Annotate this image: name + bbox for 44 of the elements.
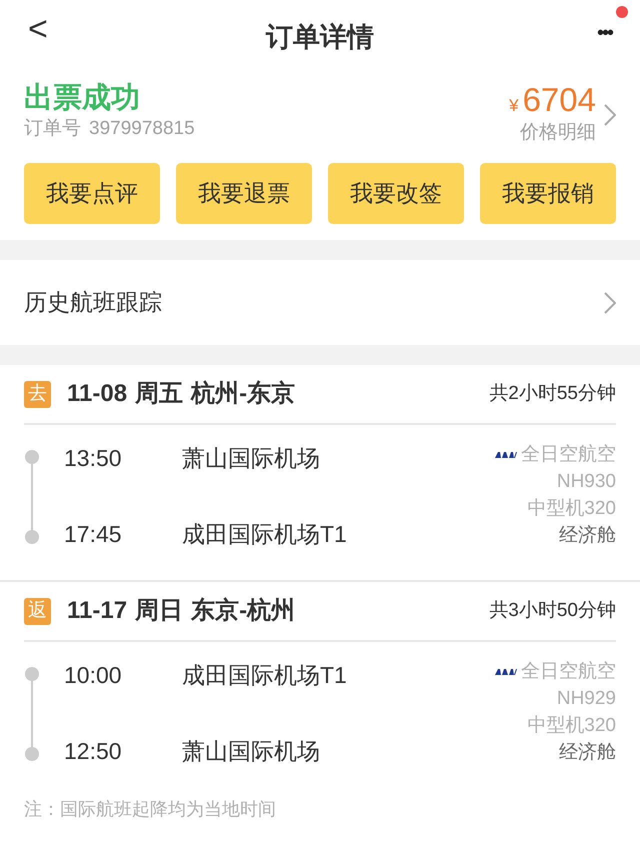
departure-airport: 成田国际机场T1 bbox=[182, 661, 347, 690]
arrival-airport: 萧山国际机场 bbox=[182, 736, 320, 766]
flight-date: 11-08 bbox=[67, 379, 128, 409]
flight-duration: 共3小时50分钟 bbox=[489, 598, 616, 623]
currency-symbol: ¥ bbox=[509, 95, 519, 117]
footnote: 注：国际航班起降均为当地时间 bbox=[23, 798, 277, 821]
flight-duration: 共2小时55分钟 bbox=[489, 382, 616, 406]
airline-logo-icon bbox=[495, 668, 517, 676]
order-number: 3979978815 bbox=[89, 116, 195, 141]
flight-weekday: 周日 bbox=[135, 596, 184, 626]
flight-route: 杭州-东京 bbox=[191, 379, 296, 409]
chevron-right-icon bbox=[604, 292, 616, 314]
back-button[interactable]: < bbox=[28, 12, 48, 46]
action-button[interactable]: 我要报销 bbox=[480, 163, 616, 224]
action-button[interactable]: 我要改签 bbox=[328, 163, 464, 224]
flight-route: 东京-杭州 bbox=[191, 596, 296, 626]
airline-name: 全日空航空 bbox=[521, 660, 616, 684]
flight-weekday: 周五 bbox=[135, 379, 184, 409]
arrival-time: 12:50 bbox=[64, 736, 123, 766]
history-tracking-link[interactable]: 历史航班跟踪 bbox=[24, 285, 162, 320]
aircraft-type: 中型机320 bbox=[526, 714, 616, 738]
flight-number: NH929 bbox=[556, 687, 616, 711]
page-title: 订单详情 bbox=[266, 21, 374, 54]
departure-time: 10:00 bbox=[64, 661, 123, 690]
departure-time: 13:50 bbox=[64, 444, 123, 473]
trip-tag: 去 bbox=[24, 380, 51, 408]
flight-date: 11-17 bbox=[67, 596, 128, 626]
arrival-time: 17:45 bbox=[64, 520, 123, 548]
trip-tag: 返 bbox=[24, 598, 51, 624]
aircraft-type: 中型机320 bbox=[526, 497, 616, 521]
more-button[interactable]: ••• bbox=[596, 18, 612, 48]
price-amount: 6704 bbox=[522, 83, 596, 116]
flight-number: NH930 bbox=[556, 470, 616, 494]
status-text: 出票成功 bbox=[24, 83, 141, 115]
action-button[interactable]: 我要退票 bbox=[176, 163, 312, 224]
order-number-label: 订单号 bbox=[24, 116, 81, 141]
airline-logo-icon bbox=[495, 450, 517, 458]
cabin-class: 经济舱 bbox=[558, 741, 616, 765]
airline-name: 全日空航空 bbox=[521, 443, 616, 467]
arrival-airport: 成田国际机场T1 bbox=[182, 520, 347, 548]
departure-airport: 萧山国际机场 bbox=[182, 444, 320, 473]
action-button[interactable]: 我要点评 bbox=[24, 163, 160, 224]
cabin-class: 经济舱 bbox=[558, 524, 616, 548]
chevron-right-icon bbox=[604, 104, 616, 126]
